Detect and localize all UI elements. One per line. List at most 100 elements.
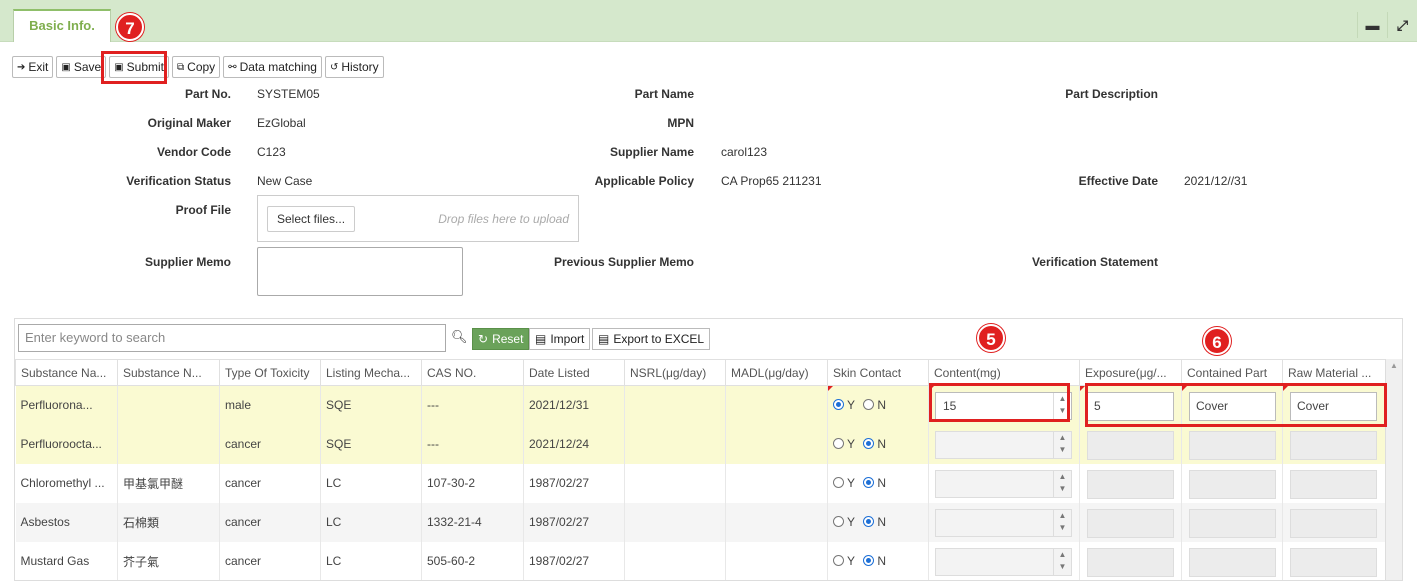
col-skin-contact[interactable]: Skin Contact [827, 359, 929, 386]
raw-material-input [1290, 508, 1377, 538]
tab-bar: Basic Info. ▬ ⤢ [0, 0, 1417, 42]
table-row[interactable]: Perfluoroocta... cancer SQE --- 2021/12/24 Y… [15, 424, 1388, 464]
cell-date-listed: 2021/12/31 [523, 385, 625, 425]
vertical-scrollbar[interactable] [1385, 359, 1402, 580]
content-input: ▲ ▼ [935, 430, 1072, 459]
file-upload-zone[interactable]: Select files... Drop files here to uploa… [257, 195, 579, 242]
history-icon: ↺ [329, 61, 339, 73]
cell-contained-part [1181, 424, 1283, 464]
exit-label: Exit [28, 60, 49, 74]
proof-file-label: Proof File [175, 203, 231, 217]
radio-skin-no[interactable] [863, 555, 875, 566]
exposure-input [1087, 547, 1174, 577]
cell-nsrl [624, 541, 726, 580]
supplier-memo-textarea[interactable] [257, 247, 463, 296]
save-label: Save [73, 60, 102, 74]
content-input: ▲ ▼ [935, 508, 1072, 537]
cell-madl [725, 385, 828, 425]
contained-part-input [1189, 547, 1276, 577]
cell-exposure [1079, 424, 1182, 464]
reset-icon: ↻ [478, 332, 489, 346]
col-contained-part[interactable]: Contained Part [1181, 359, 1283, 386]
col-listing[interactable]: Listing Mecha... [320, 359, 422, 386]
submit-highlight [101, 51, 167, 84]
select-files-button[interactable]: Select files... [267, 206, 356, 232]
spinner-icon: ▲ ▼ [1053, 470, 1071, 497]
table-row[interactable]: Chloromethyl ... 甲基氯甲醚 cancer LC 107-30-2 198… [15, 463, 1388, 503]
minimize-icon[interactable]: ▬ [1357, 12, 1387, 38]
cell-content: ▲ ▼ [928, 502, 1080, 542]
radio-skin-yes[interactable] [833, 399, 844, 411]
previous-supplier-memo-label: Previous Supplier Memo [553, 255, 694, 269]
exposure-part-raw-highlight [1085, 383, 1387, 427]
copy-icon: ⧉ [177, 61, 185, 73]
export-excel-button[interactable]: ▤ Export to EXCEL [592, 328, 711, 350]
col-exposure[interactable]: Exposure(μg/... [1079, 359, 1182, 386]
cell-content: ▲ ▼ [928, 424, 1080, 464]
import-button[interactable]: ▤ Import [529, 328, 591, 350]
reset-label: Reset [492, 332, 524, 346]
cell-substance-name: Perfluoroocta... [15, 424, 118, 464]
col-substance-name-local[interactable]: Substance N... [117, 359, 220, 386]
supplier-memo-label: Supplier Memo [144, 255, 231, 269]
col-date-listed[interactable]: Date Listed [523, 359, 625, 386]
applicable-policy-label: Applicable Policy [594, 174, 694, 188]
applicable-policy-value: CA Prop65 211231 [721, 174, 822, 188]
data-matching-button[interactable]: ⚯ Data matching [223, 56, 322, 78]
cell-raw-material [1282, 502, 1388, 542]
col-content[interactable]: Content(mg) [928, 359, 1080, 386]
table-header: Substance Na... Substance N... Type Of T… [15, 359, 1388, 386]
cell-toxicity: cancer [219, 463, 321, 503]
col-cas[interactable]: CAS NO. [421, 359, 524, 386]
radio-skin-yes[interactable] [833, 516, 844, 527]
cell-listing: SQE [320, 385, 422, 425]
radio-skin-no[interactable] [863, 516, 875, 527]
contained-part-input [1189, 430, 1276, 460]
search-input[interactable]: Enter keyword to search [18, 324, 446, 352]
save-button[interactable]: ▣ Save [56, 56, 107, 78]
cell-cas: --- [421, 424, 524, 464]
exit-button[interactable]: ➔ Exit [12, 56, 54, 78]
radio-skin-yes[interactable] [833, 477, 844, 488]
raw-material-input [1290, 430, 1377, 460]
toolbar: ➔ Exit ▣ Save ▣ Submit ⧉ Copy ⚯ Data matching… [12, 56, 384, 78]
verification-status-value: New Case [257, 174, 313, 188]
spinner-icon: ▲ ▼ [1053, 509, 1071, 536]
step-marker-6: 6 [1203, 327, 1231, 355]
radio-skin-no[interactable] [863, 477, 875, 488]
radio-skin-yes[interactable] [833, 438, 844, 449]
cell-date-listed: 1987/02/27 [523, 463, 625, 503]
cell-substance-name-local: 芥子氣 [117, 541, 220, 580]
table-row[interactable]: Asbestos 石棉類 cancer LC 1332-21-4 1987/02/27 Y… [15, 502, 1388, 542]
cell-substance-name-local: 甲基氯甲醚 [117, 463, 220, 503]
radio-no-label: N [877, 398, 887, 413]
radio-no-label: N [877, 554, 887, 568]
cell-listing: LC [320, 463, 422, 503]
import-label: Import [550, 332, 585, 346]
radio-skin-no[interactable] [863, 399, 875, 411]
history-button[interactable]: ↺ History [324, 56, 384, 78]
reset-button[interactable]: ↻ Reset [472, 328, 530, 350]
copy-button[interactable]: ⧉ Copy [172, 56, 221, 78]
radio-skin-no[interactable] [863, 438, 875, 449]
radio-yes-label: Y [847, 515, 856, 529]
maximize-icon[interactable]: ⤢ [1387, 12, 1417, 38]
verification-status-label: Verification Status [126, 174, 231, 188]
cell-skin-contact: Y N [827, 424, 929, 464]
tab-basic-info[interactable]: Basic Info. [13, 9, 111, 42]
original-maker-label: Original Maker [147, 116, 231, 130]
table-row[interactable]: Mustard Gas 芥子氣 cancer LC 505-60-2 1987/02/27… [15, 541, 1388, 580]
col-raw-material[interactable]: Raw Material ... [1282, 359, 1388, 386]
radio-skin-yes[interactable] [833, 555, 844, 566]
verification-statement-label: Verification Statement [1031, 255, 1158, 269]
col-nsrl[interactable]: NSRL(μg/day) [624, 359, 726, 386]
content-highlight [929, 383, 1070, 422]
cell-substance-name-local: 石棉類 [117, 502, 220, 542]
col-madl[interactable]: MADL(μg/day) [725, 359, 828, 386]
col-substance-name[interactable]: Substance Na... [15, 359, 118, 386]
search-icon[interactable]: 🔍︎ [451, 329, 468, 345]
cell-skin-contact: Y N [827, 463, 929, 503]
part-no-label: Part No. [184, 87, 231, 101]
col-toxicity[interactable]: Type Of Toxicity [219, 359, 321, 386]
cell-toxicity: cancer [219, 424, 321, 464]
